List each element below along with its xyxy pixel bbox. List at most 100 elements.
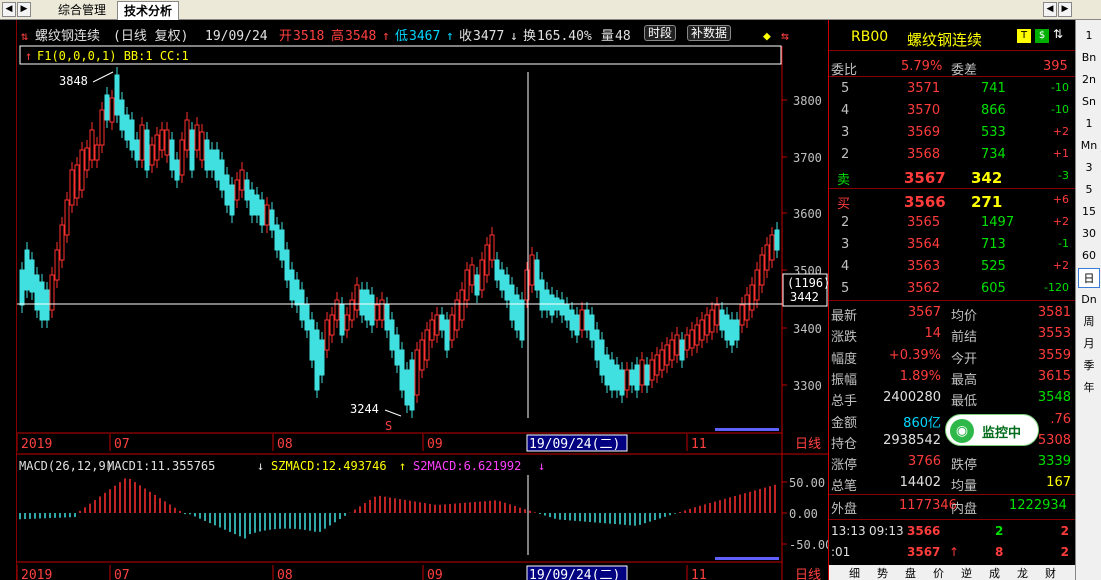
ask-row[interactable]: 4 3570 866 -10: [829, 100, 1075, 122]
level-label: 5: [841, 281, 850, 296]
candle-body: [724, 314, 730, 341]
sort-icon[interactable]: ⇅: [1053, 27, 1063, 41]
period-button-11[interactable]: 日: [1078, 268, 1100, 288]
ask-row[interactable]: 5 3571 741 -10: [829, 78, 1075, 100]
outer-value: 1177346: [899, 498, 957, 513]
candle-body: [304, 304, 310, 331]
level-label: 5: [841, 81, 850, 96]
bid-row[interactable]: 3 3564 713 -1: [829, 234, 1075, 256]
quote-tab-1[interactable]: 势: [877, 565, 888, 580]
period-button-1[interactable]: Bn: [1078, 48, 1100, 68]
tab-overview[interactable]: 综合管理: [52, 1, 112, 20]
price-axis-ticks: 380037003600350034003300: [782, 94, 822, 393]
high-label: 高: [331, 28, 344, 44]
period-button-16[interactable]: 年: [1078, 378, 1100, 398]
level-volume: 713: [981, 237, 1006, 252]
candle-body: [224, 174, 230, 206]
t-icon[interactable]: T: [1017, 29, 1031, 43]
bid-row[interactable]: 4 3563 525 +2: [829, 256, 1075, 278]
quote-tab-0[interactable]: 细: [849, 565, 860, 580]
tab-technical[interactable]: 技术分析: [117, 1, 180, 20]
chart-date: 19/09/24: [205, 29, 268, 44]
candle-body: [434, 314, 440, 336]
candle-body: [139, 124, 145, 161]
volume-value: 48: [615, 29, 631, 44]
stat-value-2: 3615: [1037, 368, 1071, 384]
candle-body: [314, 329, 320, 391]
candle-body: [249, 189, 255, 216]
candle-body: [684, 334, 690, 351]
stat-value-2: 3581: [1037, 305, 1071, 320]
candle-body: [384, 304, 390, 331]
timeshare-button[interactable]: 时段: [644, 25, 677, 41]
x-axis-label: 09: [427, 568, 443, 580]
period-button-4[interactable]: 1: [1078, 114, 1100, 134]
price-tick-label: 3700: [793, 151, 822, 165]
ask-row[interactable]: 3 3569 533 +2: [829, 122, 1075, 144]
bid-row[interactable]: 2 3565 1497 +2: [829, 212, 1075, 234]
period-button-2[interactable]: 2n: [1078, 70, 1100, 90]
fill-data-button[interactable]: 补数据: [687, 25, 732, 41]
stat-label: 总手: [831, 394, 858, 410]
period-button-12[interactable]: Dn: [1078, 290, 1100, 310]
scroll-right-icon[interactable]: ▶: [1058, 2, 1072, 17]
stat-label: 总笔: [831, 479, 858, 495]
monitor-icon: ◉: [950, 419, 974, 443]
period-button-9[interactable]: 30: [1078, 224, 1100, 244]
period-button-6[interactable]: 3: [1078, 158, 1100, 178]
period-button-10[interactable]: 60: [1078, 246, 1100, 266]
period-button-0[interactable]: 1: [1078, 26, 1100, 46]
period-button-15[interactable]: 季: [1078, 356, 1100, 376]
candle-body: [729, 319, 735, 346]
bid-row[interactable]: 5 3562 605 -120: [829, 278, 1075, 300]
period-button-13[interactable]: 周: [1078, 312, 1100, 332]
candle-body: [649, 359, 655, 381]
candle-body: [324, 319, 330, 351]
period-button-3[interactable]: Sn: [1078, 92, 1100, 112]
candle-body: [49, 274, 55, 311]
candle-body: [429, 319, 435, 341]
s-icon[interactable]: $: [1035, 29, 1049, 43]
quote-tab-4[interactable]: 逆: [961, 565, 972, 580]
nav-right-icon[interactable]: ▶: [17, 2, 31, 17]
stat-value: 1.89%: [899, 368, 941, 384]
szmacd-value: SZMACD:12.493746: [271, 459, 387, 473]
candle-body: [654, 354, 660, 376]
candle-body: [154, 134, 160, 161]
ask-row[interactable]: 2 3568 734 +1: [829, 144, 1075, 166]
quote-tab-3[interactable]: 价: [933, 565, 944, 580]
bid-row[interactable]: 买 3566 271 +6: [829, 190, 1075, 212]
candle-body: [764, 244, 770, 271]
nav-left-icon[interactable]: ◀: [2, 2, 16, 17]
macd1-value: MACD1:11.355765: [107, 459, 215, 473]
quote-tab-7[interactable]: 财: [1045, 565, 1056, 580]
candle-body: [744, 294, 750, 321]
quote-instrument-name: 螺纹钢连续: [907, 31, 983, 49]
scroll-left-icon[interactable]: ◀: [1043, 2, 1057, 17]
tick-flag: 2: [1060, 524, 1069, 538]
monitor-badge[interactable]: ◉ 监控中: [945, 414, 1039, 446]
stat-label: 金额: [831, 415, 858, 431]
candle-body: [59, 224, 65, 261]
candle-body: [409, 359, 415, 411]
period-button-14[interactable]: 月: [1078, 334, 1100, 354]
s2macd-value: S2MACD:6.621992: [413, 459, 521, 473]
chart-area[interactable]: ⇅ 螺纹钢连续 (日线 复权) 19/09/24 开 3518 高 3548 ↑…: [16, 20, 832, 580]
quote-tab-2[interactable]: 盘: [905, 565, 916, 580]
level-change: +2: [1052, 259, 1069, 272]
period-button-5[interactable]: Mn: [1078, 136, 1100, 156]
candle-body: [559, 299, 565, 316]
period-button-7[interactable]: 5: [1078, 180, 1100, 200]
candle-body: [614, 364, 620, 391]
level-label: 2: [841, 147, 850, 162]
stat-value-2: 5308: [1037, 432, 1071, 448]
quote-tab-5[interactable]: 成: [989, 565, 1000, 580]
price-x-axis: 2019 07 08 09 19/09/24(二) 11 日线: [16, 434, 821, 452]
period-button-8[interactable]: 15: [1078, 202, 1100, 222]
level-change: -10: [1051, 81, 1069, 94]
ask-row[interactable]: 卖 3567 342 -3: [829, 166, 1075, 188]
quote-tab-6[interactable]: 龙: [1017, 565, 1028, 580]
top-tab-bar: ◀ ▶ 综合管理 技术分析 ◀ ▶: [0, 0, 1101, 20]
candle-body: [229, 184, 235, 216]
chart-svg[interactable]: ⇅ 螺纹钢连续 (日线 复权) 19/09/24 开 3518 高 3548 ↑…: [16, 20, 832, 580]
